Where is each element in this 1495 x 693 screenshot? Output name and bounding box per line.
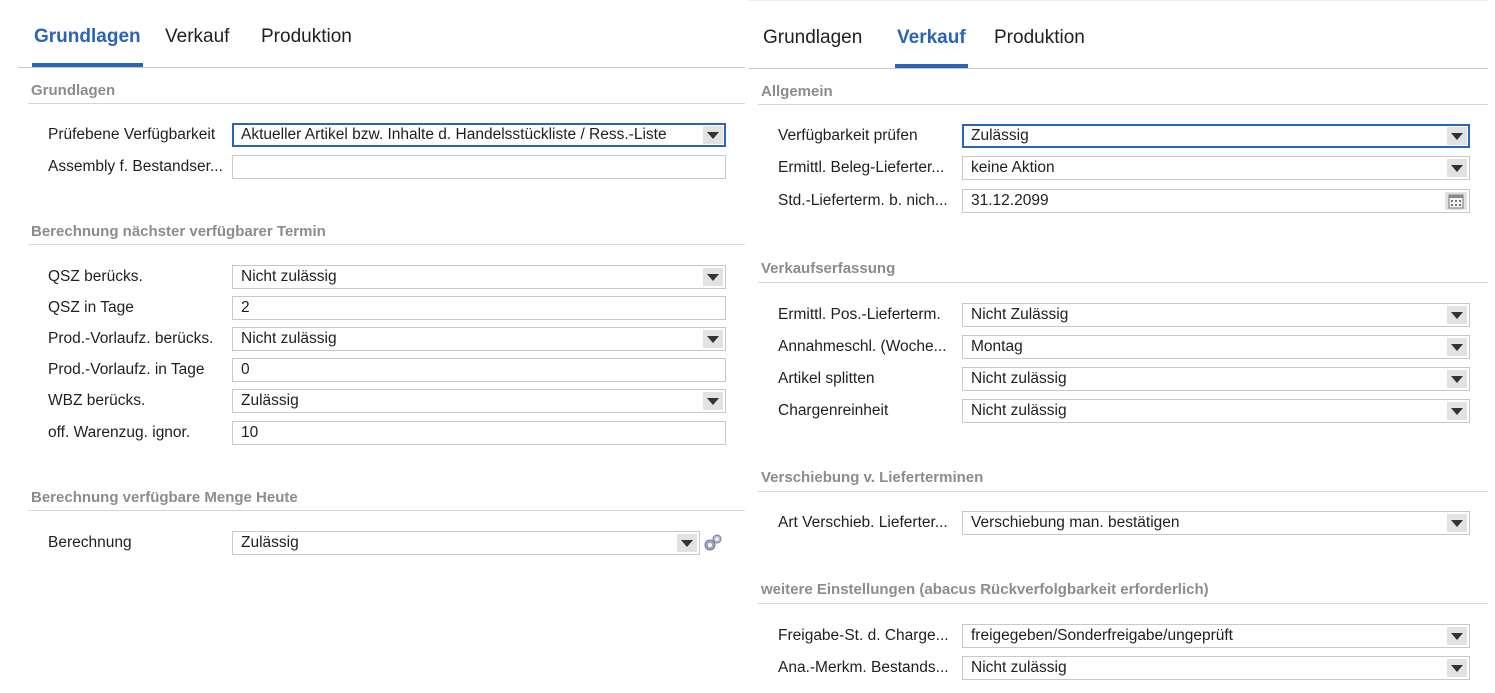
- field-label: Prüfebene Verfügbarkeit: [48, 126, 216, 143]
- analyse-merkmale-bestand-select[interactable]: Nicht zulässig: [962, 656, 1470, 680]
- tab-grundlagen[interactable]: Grundlagen: [32, 26, 143, 67]
- field-label: Ermittl. Pos.-Lieferterm.: [778, 306, 941, 323]
- select-value: freigegeben/Sonderfreigabe/ungeprüft: [971, 627, 1233, 644]
- pruefebene-verfuegbarkeit-select[interactable]: Aktueller Artikel bzw. Inhalte d. Handel…: [232, 123, 726, 147]
- field-label: Prod.-Vorlaufz. berücks.: [48, 330, 214, 347]
- field-label: Ana.-Merkm. Bestands...: [778, 659, 949, 676]
- std-liefertermin-date-input[interactable]: 31.12.2099: [962, 189, 1470, 213]
- section-title-verkaufserfassung: Verkaufserfassung: [761, 260, 896, 277]
- input-value: 2: [241, 299, 250, 316]
- berechnung-select[interactable]: Zulässig: [232, 531, 700, 555]
- annahmeschluss-woche-select[interactable]: Montag: [962, 335, 1470, 359]
- chevron-down-icon[interactable]: [1447, 127, 1467, 145]
- chevron-down-icon[interactable]: [1447, 514, 1467, 532]
- verfuegbarkeit-pruefen-select[interactable]: Zulässig: [962, 124, 1470, 148]
- select-value: Nicht Zulässig: [971, 306, 1069, 323]
- select-value: keine Aktion: [971, 159, 1055, 176]
- wbz-beruecks-select[interactable]: Zulässig: [232, 389, 726, 413]
- prod-vorlaufz-in-tage-input[interactable]: 0: [232, 358, 726, 382]
- section-divider: [28, 103, 745, 104]
- qsz-in-tage-input[interactable]: 2: [232, 296, 726, 320]
- calendar-icon[interactable]: [1445, 192, 1467, 210]
- ermittl-pos-liefertermin-select[interactable]: Nicht Zulässig: [962, 303, 1470, 327]
- select-value: Montag: [971, 338, 1023, 355]
- gears-icon[interactable]: [702, 532, 724, 554]
- field-label: Chargenreinheit: [778, 402, 889, 419]
- input-value: 0: [241, 361, 250, 378]
- chargenreinheit-select[interactable]: Nicht zulässig: [962, 399, 1470, 423]
- chevron-down-icon[interactable]: [703, 392, 723, 410]
- select-value: Zulässig: [971, 127, 1029, 144]
- tab-verkauf[interactable]: Verkauf: [165, 26, 229, 66]
- select-value: Nicht zulässig: [241, 330, 337, 347]
- field-label: Artikel splitten: [778, 370, 875, 387]
- select-value: Verschiebung man. bestätigen: [971, 514, 1180, 531]
- chevron-down-icon[interactable]: [1447, 159, 1467, 177]
- artikel-splitten-select[interactable]: Nicht zulässig: [962, 367, 1470, 391]
- field-label: WBZ berücks.: [48, 392, 146, 409]
- section-title-verschiebung: Verschiebung v. Lieferterminen: [761, 469, 984, 486]
- field-label: Art Verschieb. Lieferter...: [778, 514, 948, 531]
- chevron-down-icon[interactable]: [1447, 402, 1467, 420]
- select-value: Nicht zulässig: [971, 370, 1067, 387]
- section-title-weitere-einstellungen: weitere Einstellungen (abacus Rückverfol…: [761, 581, 1209, 598]
- field-label: Assembly f. Bestandser...: [48, 158, 223, 175]
- section-divider: [28, 510, 745, 511]
- tab-bar: Grundlagen Verkauf Produktion: [748, 1, 1488, 69]
- section-divider: [28, 244, 745, 245]
- settings-panel-right: Grundlagen Verkauf Produktion Allgemein …: [748, 0, 1488, 693]
- field-label: QSZ in Tage: [48, 299, 134, 316]
- chevron-down-icon[interactable]: [703, 330, 723, 348]
- ermittl-beleg-liefertermin-select[interactable]: keine Aktion: [962, 156, 1470, 180]
- section-title-berechnung-termin: Berechnung nächster verfügbarer Termin: [31, 223, 326, 240]
- qsz-beruecks-select[interactable]: Nicht zulässig: [232, 265, 726, 289]
- assembly-bestandsermittlung-input[interactable]: [232, 155, 726, 179]
- chevron-down-icon[interactable]: [1447, 306, 1467, 324]
- field-label: Verfügbarkeit prüfen: [778, 127, 918, 144]
- field-label: Std.-Lieferterm. b. nich...: [778, 192, 948, 209]
- date-value: 31.12.2099: [971, 192, 1049, 209]
- tab-grundlagen[interactable]: Grundlagen: [763, 27, 862, 67]
- section-title-allgemein: Allgemein: [761, 83, 833, 100]
- chevron-down-icon[interactable]: [677, 534, 697, 552]
- field-label: Ermittl. Beleg-Lieferter...: [778, 159, 945, 176]
- section-divider: [758, 603, 1488, 604]
- input-value: 10: [241, 424, 259, 441]
- field-label: Berechnung: [48, 534, 132, 551]
- field-label: Prod.-Vorlaufz. in Tage: [48, 361, 205, 378]
- field-label: off. Warenzug. ignor.: [48, 424, 191, 441]
- select-value: Nicht zulässig: [241, 268, 337, 285]
- chevron-down-icon[interactable]: [1447, 627, 1467, 645]
- field-label: Freigabe-St. d. Charge...: [778, 627, 949, 644]
- chevron-down-icon[interactable]: [1447, 370, 1467, 388]
- tab-verkauf[interactable]: Verkauf: [895, 27, 968, 68]
- chevron-down-icon[interactable]: [703, 268, 723, 286]
- settings-panel-left: Grundlagen Verkauf Produktion Grundlagen…: [18, 0, 745, 692]
- field-label: Annahmeschl. (Woche...: [778, 338, 947, 355]
- off-warenzug-ignor-input[interactable]: 10: [232, 421, 726, 445]
- select-value: Nicht zulässig: [971, 402, 1067, 419]
- chevron-down-icon[interactable]: [1447, 659, 1467, 677]
- tab-produktion[interactable]: Produktion: [994, 27, 1085, 67]
- section-divider: [758, 491, 1488, 492]
- select-value: Aktueller Artikel bzw. Inhalte d. Handel…: [241, 126, 667, 143]
- section-title-grundlagen: Grundlagen: [31, 82, 116, 99]
- section-divider: [758, 104, 1488, 105]
- field-label: QSZ berücks.: [48, 268, 143, 285]
- tab-bar: Grundlagen Verkauf Produktion: [18, 0, 745, 68]
- chevron-down-icon[interactable]: [1447, 338, 1467, 356]
- section-title-berechnung-menge: Berechnung verfügbare Menge Heute: [31, 489, 298, 506]
- select-value: Zulässig: [241, 392, 299, 409]
- select-value: Zulässig: [241, 534, 299, 551]
- chevron-down-icon[interactable]: [703, 126, 723, 144]
- tab-produktion[interactable]: Produktion: [261, 26, 352, 66]
- prod-vorlaufz-beruecks-select[interactable]: Nicht zulässig: [232, 327, 726, 351]
- select-value: Nicht zulässig: [971, 659, 1067, 676]
- section-divider: [758, 282, 1488, 283]
- freigabe-status-charge-select[interactable]: freigegeben/Sonderfreigabe/ungeprüft: [962, 624, 1470, 648]
- art-verschiebung-liefertermin-select[interactable]: Verschiebung man. bestätigen: [962, 511, 1470, 535]
